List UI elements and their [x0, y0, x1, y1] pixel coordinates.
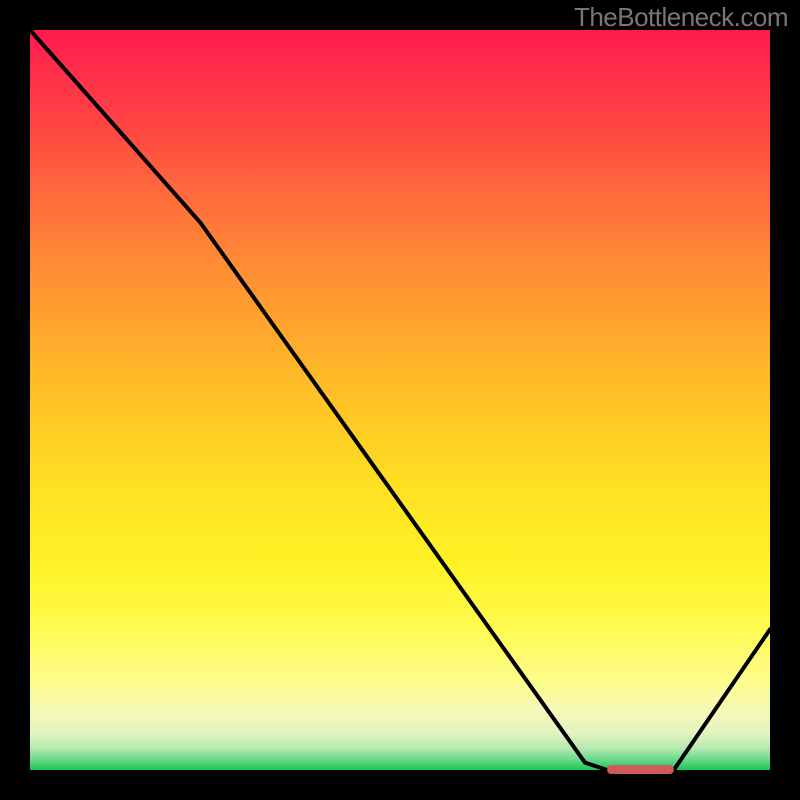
attribution-label: TheBottleneck.com	[574, 2, 788, 33]
optimal-range-marker	[607, 765, 674, 774]
bottleneck-curve-path	[30, 30, 770, 770]
chart-svg	[30, 30, 770, 770]
chart-plot-area	[30, 30, 770, 770]
